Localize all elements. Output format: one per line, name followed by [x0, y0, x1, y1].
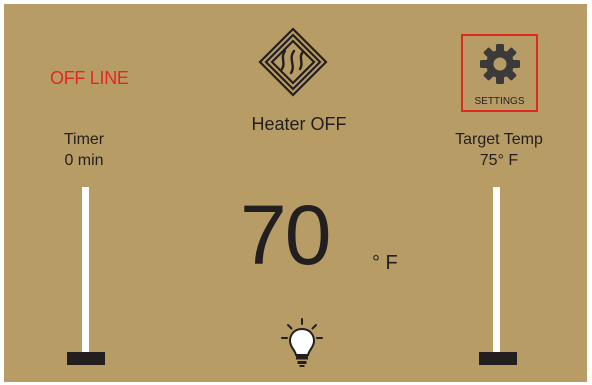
gear-icon — [480, 44, 520, 84]
current-temperature: 70 — [240, 188, 331, 282]
connection-status: OFF LINE — [50, 68, 129, 88]
heater-status: Heater OFF — [251, 114, 347, 134]
target-temp-value: 75° F — [479, 152, 519, 169]
timer-slider-handle[interactable] — [67, 352, 105, 365]
target-temp-slider-track[interactable] — [493, 187, 500, 357]
target-temp-slider-handle[interactable] — [479, 352, 517, 365]
thermostat-panel: OFF LINE Heater OFF SETTINGS Timer 0 min… — [4, 4, 587, 382]
timer-label: Timer — [63, 131, 105, 148]
target-temp-label: Target Temp — [455, 131, 543, 148]
settings-label: SETTINGS — [474, 96, 525, 107]
timer-value: 0 min — [64, 152, 104, 169]
temperature-unit: ° F — [372, 252, 398, 274]
timer-slider-track[interactable] — [82, 187, 89, 357]
settings-button[interactable]: SETTINGS — [461, 34, 538, 112]
heater-flame-logo-icon — [258, 27, 328, 97]
light-bulb-icon[interactable] — [279, 318, 325, 368]
